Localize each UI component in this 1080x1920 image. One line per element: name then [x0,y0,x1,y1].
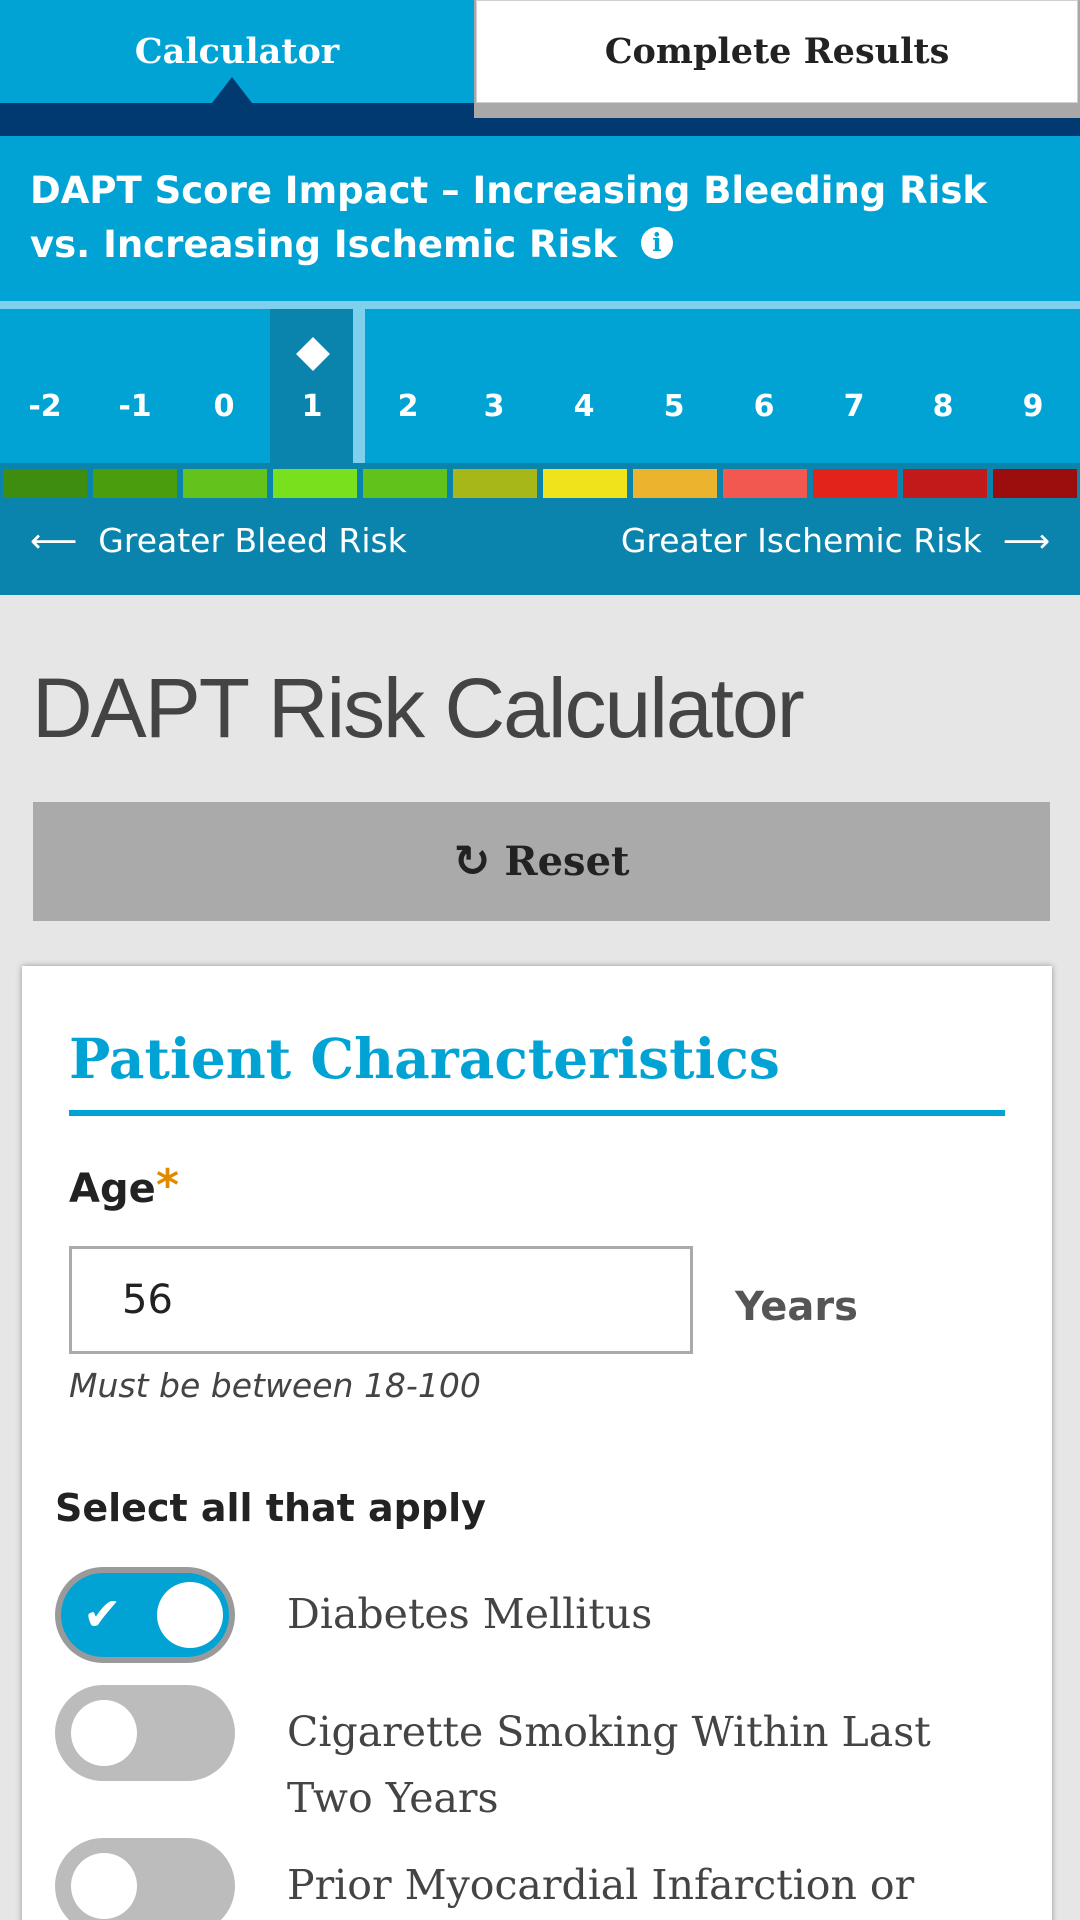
score-value--1: -1 [118,389,152,424]
section-title: Patient Characteristics [69,1026,780,1091]
risk-segment-0 [183,469,267,498]
check-icon: ✔ [83,1587,122,1641]
tab-complete-results[interactable]: Complete Results [474,0,1080,118]
risk-segment-8 [903,469,987,498]
reset-button-label: Reset [504,838,630,885]
tab-complete-results-label: Complete Results [476,0,1078,103]
selected-score-edge [353,309,365,463]
age-hint: Must be between 18-100 [69,1366,481,1405]
prior-mi-label: Prior Myocardial Infarction or [287,1861,915,1909]
toggle-knob [157,1582,223,1648]
toggle-knob [71,1853,137,1919]
diabetes-toggle[interactable]: ✔ [55,1567,235,1663]
risk-segment-2 [363,469,447,498]
tab-bar: Calculator Complete Results [0,0,1080,136]
tab-calculator[interactable]: Calculator [0,0,474,103]
greater-ischemic-risk-label: Greater Ischemic Risk [620,521,982,560]
refresh-icon: ↻ [453,836,491,887]
score-value-2: 2 [397,389,419,424]
score-value-3: 3 [483,389,505,424]
tab-calculator-label: Calculator [134,31,340,72]
score-value-5: 5 [663,389,685,424]
prior-mi-toggle[interactable] [55,1838,235,1920]
risk-color-bar [0,463,1080,503]
smoking-label: Cigarette Smoking Within Last Two Years [287,1708,931,1822]
risk-segment-5 [633,469,717,498]
score-value-6: 6 [753,389,775,424]
active-tab-pointer [212,77,252,103]
score-value-0: 0 [213,389,235,424]
risk-segment-9 [993,469,1077,498]
age-unit: Years [735,1284,858,1330]
score-value-1: 1 [301,389,323,424]
age-input[interactable] [69,1246,693,1354]
arrow-right-icon: ⟶ [1002,521,1050,560]
age-label: Age [69,1166,156,1212]
arrow-left-icon: ⟵ [30,521,78,560]
risk-segment--1 [93,469,177,498]
reset-button[interactable]: ↻ Reset [33,802,1050,921]
required-asterisk-icon: * [156,1160,180,1211]
selected-score-highlight [270,309,353,463]
risk-segment--2 [3,469,87,498]
info-icon[interactable]: i [640,227,673,259]
score-impact-header: DAPT Score Impact – Increasing Bleeding … [0,136,1080,301]
risk-segment-1 [273,469,357,498]
risk-direction-row: ⟵ Greater Bleed Risk Greater Ischemic Ri… [0,503,1080,595]
score-value-9: 9 [1022,389,1044,424]
risk-segment-6 [723,469,807,498]
risk-segment-7 [813,469,897,498]
risk-segment-3 [453,469,537,498]
score-value-4: 4 [573,389,595,424]
greater-bleed-risk: ⟵ Greater Bleed Risk [30,521,407,560]
smoking-toggle[interactable] [55,1685,235,1781]
risk-segment-4 [543,469,627,498]
greater-bleed-risk-label: Greater Bleed Risk [98,521,407,560]
score-impact-title: DAPT Score Impact – Increasing Bleeding … [30,169,987,266]
score-value-7: 7 [843,389,865,424]
greater-ischemic-risk: Greater Ischemic Risk ⟶ [621,521,1050,560]
toggle-knob [71,1700,137,1766]
score-value-8: 8 [932,389,954,424]
section-divider [69,1110,1005,1116]
page-title: DAPT Risk Calculator [32,661,805,755]
patient-characteristics-card: Patient Characteristics Age * Years Must… [22,966,1052,1920]
diabetes-label: Diabetes Mellitus [287,1590,653,1638]
score-value--2: -2 [28,389,62,424]
divider [0,301,1080,309]
score-scale: -2 -1 0 1 2 3 4 5 6 7 8 9 [0,309,1080,463]
select-all-label: Select all that apply [55,1486,486,1530]
